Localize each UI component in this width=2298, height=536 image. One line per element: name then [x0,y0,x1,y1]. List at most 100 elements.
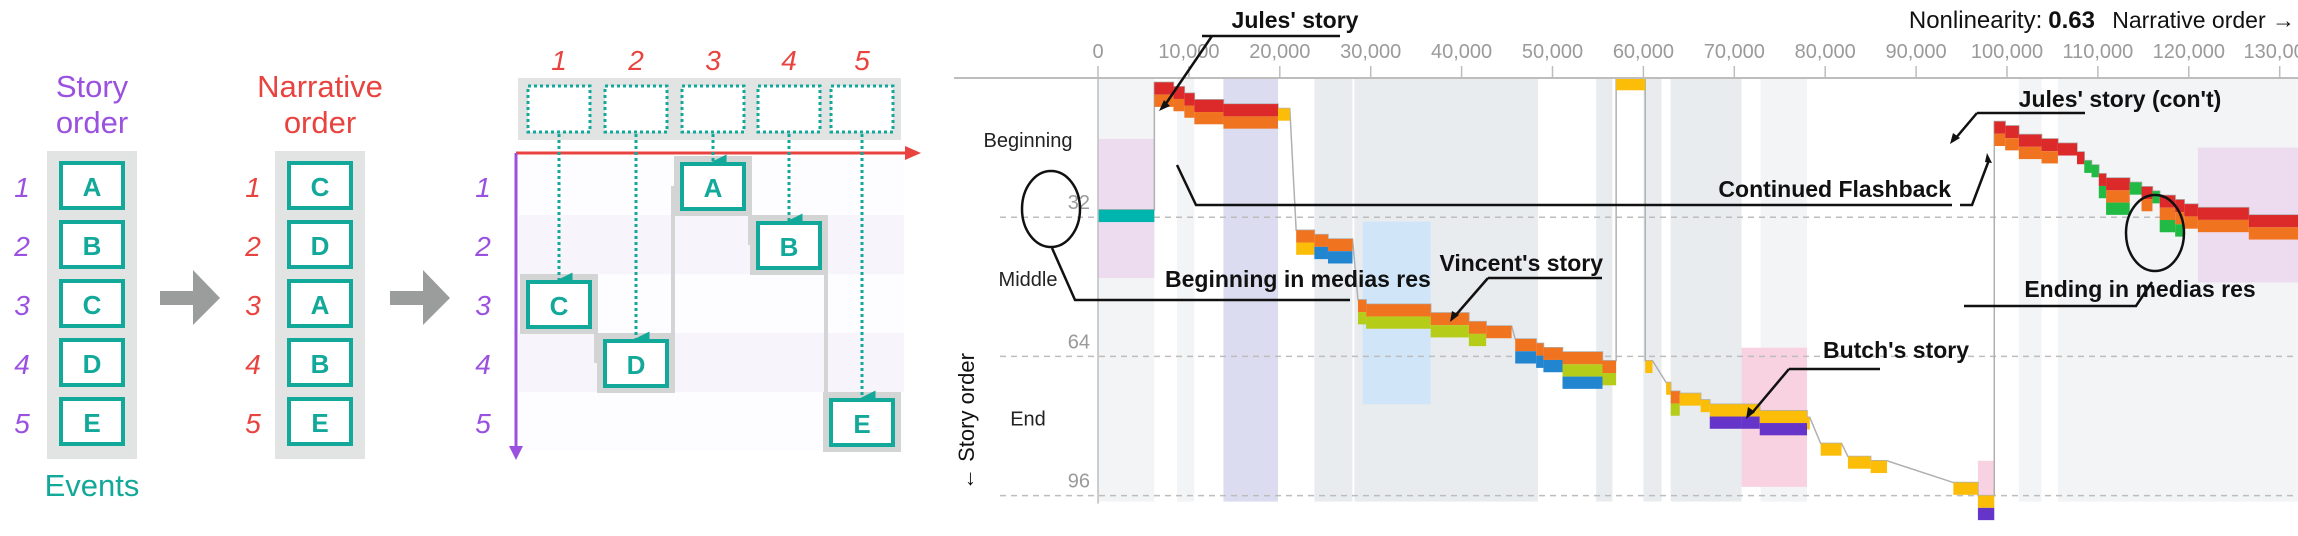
event-block-vincent [2197,219,2249,233]
story-number-label: 4 [475,349,491,380]
narrative-number-label: 1 [245,172,261,203]
event-block-vincent [1173,98,1185,112]
event-block-butch [1709,404,1742,417]
continued-flashback-annotation: Continued Flashback [1718,176,1951,202]
event-label: A [311,290,330,320]
story-row-band [519,215,904,274]
event-label: C [311,172,330,202]
x-tick-label: 40,000 [1431,41,1492,63]
act-label: Middle [999,269,1058,291]
x-tick-label: 60,000 [1613,41,1674,63]
event-label: B [311,349,330,379]
story-number-label: 1 [475,172,491,203]
narrative-number-label: 3 [245,290,261,321]
story-number-label: 2 [474,231,491,262]
x-tick-label: 20,000 [1249,41,1310,63]
narrative-number-label: 2 [627,45,644,76]
event-block-jules [1194,99,1224,113]
act-label: Beginning [984,130,1073,152]
event-block-vincent [2141,199,2153,212]
event-block-butch [1847,456,1871,469]
event-label: A [83,172,102,202]
event-block-vincent [1296,230,1315,243]
event-block-vincent [1562,352,1603,365]
event-block-green [2098,185,2107,199]
event-label: E [311,408,328,438]
event-block-butch [1820,443,1842,456]
story-number-label: 5 [14,408,30,439]
event-block-vincent [2018,146,2042,160]
event-block-butch [1700,399,1710,413]
event-block-vincent [1366,304,1431,317]
event-label: B [780,232,799,262]
event-block-jules [2197,207,2249,220]
event-block-jules [2076,151,2085,165]
act-label: End [1010,408,1046,430]
event-block-vincent [1314,234,1328,247]
story-number-label: 3 [475,290,491,321]
event-label: D [627,350,646,380]
narrative-number-label: 4 [245,349,261,380]
event-block-butch [1977,495,1995,508]
highlight-region [1098,138,1155,279]
event-block-vincent [2041,151,2058,164]
event-block-vincent [1223,116,1278,129]
arrow-right-icon [160,270,220,325]
event-block-lance [1314,246,1328,260]
event-block-green [2091,165,2099,178]
jules-story-annotation: Jules' story [1232,7,1359,33]
event-block-mia [1430,325,1469,338]
event-block-jules [1184,93,1195,106]
event-block-vincent [1515,339,1537,352]
event-block-mia [1366,316,1431,329]
story-number-label: 1 [14,172,30,203]
event-block-jules [2018,134,2042,147]
event-block-jules [1223,104,1278,117]
event-block-jules [1154,82,1174,95]
jules-story-cont-annotation: Jules' story (con't) [2019,86,2222,112]
x-tick-label: 80,000 [1795,41,1856,63]
event-block-butch [1645,360,1653,374]
event-block-lance [1562,376,1603,389]
event-block-green [2159,219,2176,233]
nonlinearity-label: Nonlinearity: 0.63 [1909,7,2095,34]
story-curve-construction-panel: 1 1 2 2 3 3 4 4 5 5 C D A B E [474,45,921,460]
empty-narrative-slot [756,84,822,134]
event-block-jules [2057,143,2077,156]
x-tick-label: 90,000 [1886,41,1947,63]
event-block-mia [1602,373,1617,386]
event-block-vincent [1184,105,1195,118]
event-block-vincent [2005,138,2019,151]
story-curve-chart: 326496BeginningMiddleEnd 0 10,000 20,000 30… [954,7,2298,521]
event-label: D [83,349,102,379]
butchs-story-annotation: Butch's story [1823,337,1969,363]
scene-band [1670,78,1742,502]
event-label: D [311,231,330,261]
x-tick-label: 100,000 [1971,41,2043,63]
scene-band [1596,78,1613,502]
narrative-axis-arrowhead-icon [905,146,921,160]
story-order-title-1: Story [56,69,129,104]
event-block-jules [1994,121,2006,134]
y-axis-title: ← Story order [954,353,979,490]
x-tick-label: 50,000 [1522,41,1583,63]
event-block-vincent [1357,299,1367,313]
event-block-vincent [1468,321,1487,334]
vincents-story-annotation: Vincent's story [1439,250,1603,276]
event-block-mia [1670,403,1680,416]
event-block-butch [1296,242,1315,255]
story-number-label: 5 [475,408,491,439]
event-block-vincent [1543,347,1563,360]
event-block-jules [2041,138,2058,152]
event-block-butch [1679,393,1701,406]
event-block-jules [2005,125,2019,139]
event-block-vincent [1536,343,1544,356]
arrowhead-icon [1985,153,1992,163]
event-block-marsellus [1741,416,1760,429]
event-block-vincent [2184,216,2198,229]
event-block-butch [1953,482,1978,495]
story-number-label: 3 [14,290,30,321]
event-block-mia [1357,312,1367,325]
y-tick-label: 96 [1068,471,1090,493]
event-block-butch [1759,410,1808,424]
